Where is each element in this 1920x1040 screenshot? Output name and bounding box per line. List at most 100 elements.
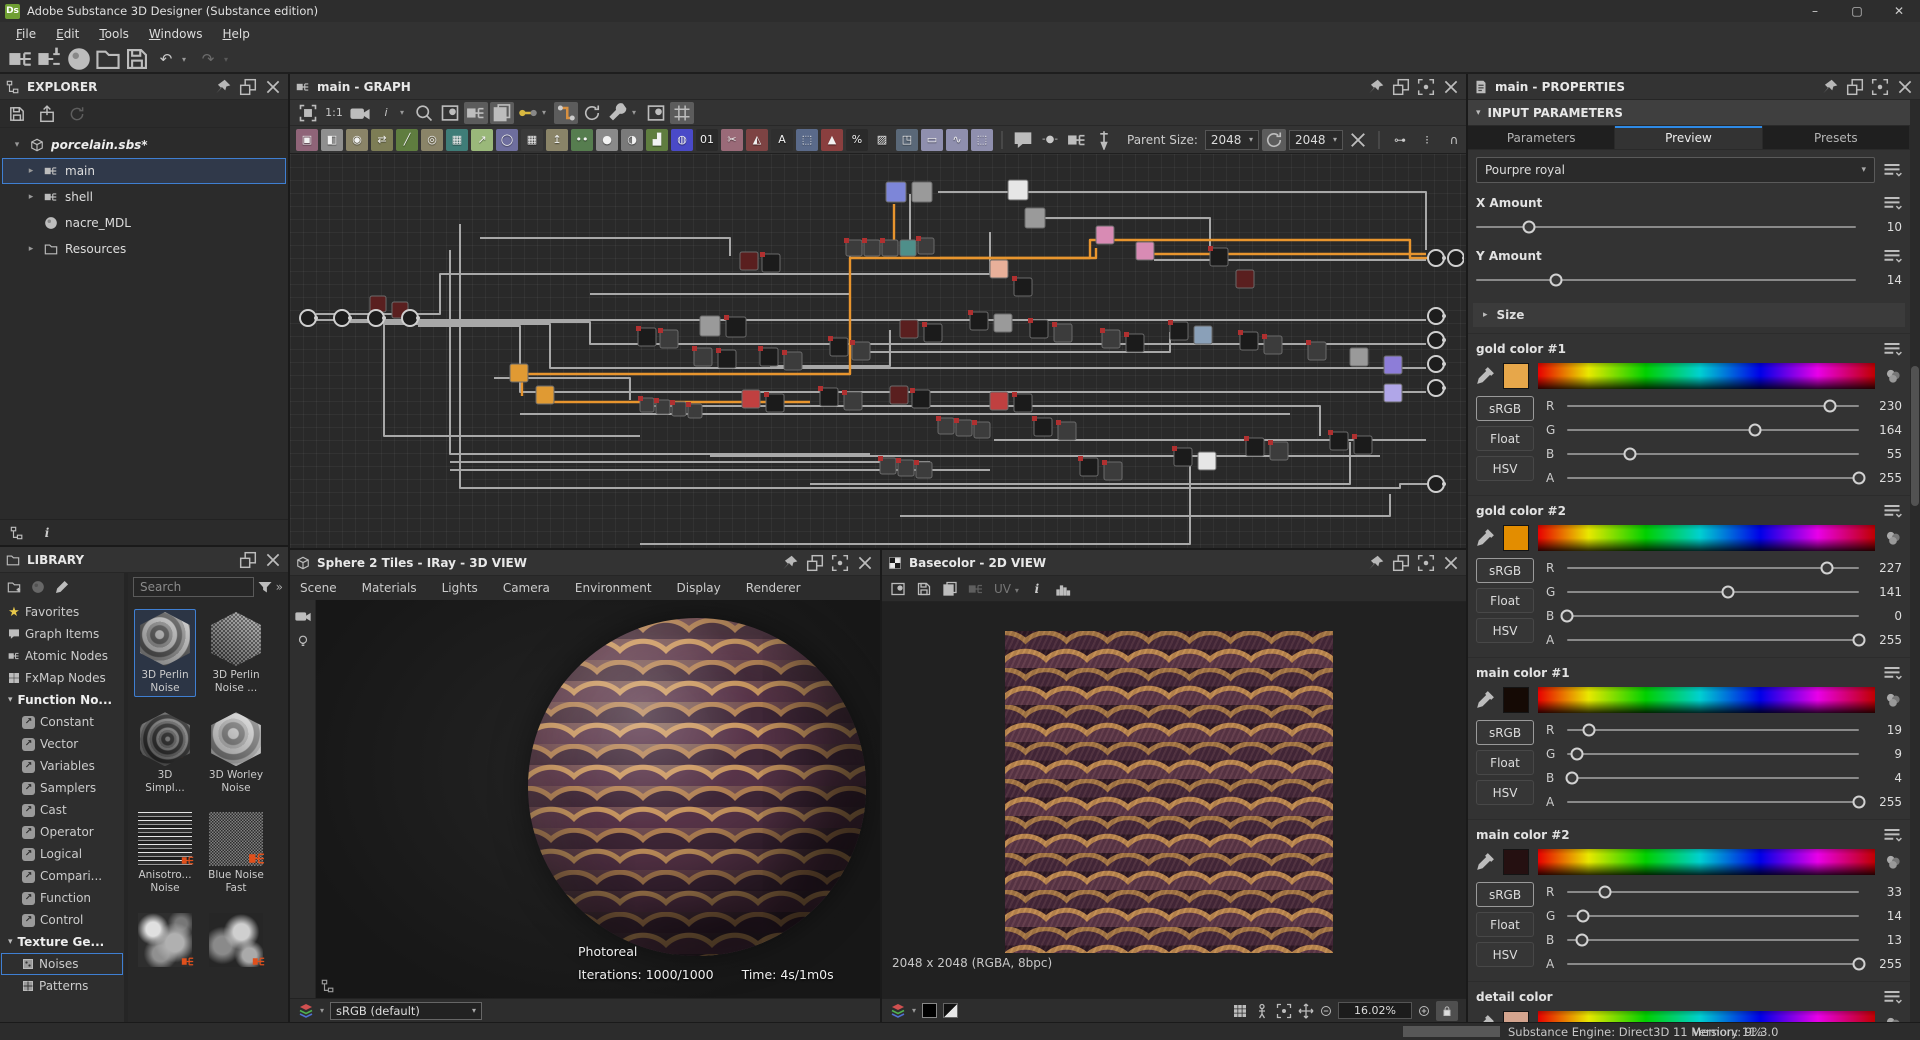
- node-type-button-27[interactable]: ⬚: [971, 129, 993, 151]
- node-type-button-0[interactable]: ▣: [296, 129, 318, 151]
- eyedropper-icon[interactable]: [1476, 367, 1494, 385]
- colorspace-layers-icon[interactable]: [890, 1003, 906, 1019]
- graph-wire[interactable]: [938, 192, 1426, 250]
- menu-file[interactable]: File: [6, 24, 46, 44]
- ruler-figure-icon[interactable]: [1254, 1003, 1270, 1019]
- node-type-button-8[interactable]: ◯: [496, 129, 518, 151]
- pin-node-icon[interactable]: [1092, 129, 1116, 151]
- filter-icon[interactable]: [258, 580, 272, 594]
- channel-slider[interactable]: [1567, 801, 1859, 803]
- node-type-button-13[interactable]: ◑: [621, 129, 643, 151]
- library-category-vector[interactable]: ↗Vector: [1, 733, 123, 755]
- node-type-button-23[interactable]: ▨: [871, 129, 893, 151]
- properties-scrollbar[interactable]: [1910, 100, 1920, 1022]
- save-icon[interactable]: [8, 105, 26, 123]
- library-item-anisotro-noise[interactable]: Anisotro... Noise: [134, 809, 196, 897]
- chevron-icon[interactable]: ▸: [25, 166, 37, 176]
- node-type-button-14[interactable]: ▟: [646, 129, 668, 151]
- slider-thumb[interactable]: [1824, 399, 1837, 412]
- camera-icon[interactable]: [295, 608, 311, 624]
- palette-icon[interactable]: [1884, 691, 1902, 709]
- library-category-logical[interactable]: ↗Logical: [1, 843, 123, 865]
- node-type-button-12[interactable]: ●: [596, 129, 618, 151]
- pin-icon[interactable]: [1367, 554, 1385, 572]
- reload-icon[interactable]: [68, 105, 86, 123]
- view3d-viewport[interactable]: Photoreal Iterations: 1000/1000Time: 4s/…: [316, 600, 880, 998]
- node-type-button-11[interactable]: ••: [571, 129, 593, 151]
- link-yellow-icon[interactable]: [516, 102, 540, 124]
- parameter-menu-icon[interactable]: [1882, 194, 1902, 212]
- chevron-icon[interactable]: ▸: [25, 192, 37, 202]
- parameter-slider[interactable]: [1476, 226, 1856, 228]
- colorspace-select[interactable]: sRGB (default)▾: [330, 1002, 482, 1020]
- graph-node-gray[interactable]: [1025, 208, 1045, 228]
- mode-button-hsv[interactable]: HSV: [1476, 942, 1534, 967]
- menu-windows[interactable]: Windows: [139, 24, 213, 44]
- redo-icon[interactable]: ↷: [195, 47, 221, 71]
- palette-icon[interactable]: [1884, 529, 1902, 547]
- minimize-button[interactable]: –: [1794, 0, 1836, 22]
- chevron-icon[interactable]: ▸: [25, 244, 37, 254]
- node-icon[interactable]: [1065, 129, 1089, 151]
- tab-presets[interactable]: Presets: [1763, 126, 1910, 149]
- slider-thumb[interactable]: [1577, 909, 1590, 922]
- fit-image-icon[interactable]: [890, 581, 906, 597]
- tree-item-nacre-mdl[interactable]: nacre_MDL: [2, 210, 286, 236]
- add-filter-icon[interactable]: [31, 580, 45, 594]
- slider-thumb[interactable]: [1549, 274, 1562, 287]
- node-type-button-9[interactable]: ▦: [521, 129, 543, 151]
- graph-node-blue[interactable]: [886, 182, 906, 202]
- tab-parameters[interactable]: Parameters: [1468, 126, 1615, 149]
- node-type-button-5[interactable]: ◎: [421, 129, 443, 151]
- hue-gradient-bar[interactable]: [1538, 363, 1875, 389]
- hue-gradient-bar[interactable]: [1538, 687, 1875, 713]
- channel-slider[interactable]: [1567, 567, 1859, 569]
- mode-button-hsv[interactable]: HSV: [1476, 618, 1534, 643]
- view3d-menu-environment[interactable]: Environment: [575, 581, 652, 595]
- tree-view-icon[interactable]: [10, 526, 24, 540]
- frame-icon[interactable]: [1417, 78, 1435, 96]
- slider-thumb[interactable]: [1623, 447, 1636, 460]
- slider-thumb[interactable]: [1565, 771, 1578, 784]
- library-category-fxmap-nodes[interactable]: FxMap Nodes: [1, 667, 123, 689]
- library-category-constant[interactable]: ↗Constant: [1, 711, 123, 733]
- link-size-icon[interactable]: [1262, 129, 1286, 151]
- float-icon[interactable]: [1392, 554, 1410, 572]
- parameter-menu-icon[interactable]: [1882, 247, 1902, 265]
- save-image-icon[interactable]: [916, 581, 932, 597]
- more-chevrons-icon[interactable]: »: [276, 580, 283, 594]
- node-type-button-2[interactable]: ◉: [346, 129, 368, 151]
- undo-icon[interactable]: ↶: [153, 47, 179, 71]
- frame-icon[interactable]: [831, 554, 849, 572]
- library-category-compari-[interactable]: ↗Compari...: [1, 865, 123, 887]
- thumb-display-icon[interactable]: [644, 102, 668, 124]
- layers-order-icon[interactable]: [490, 102, 514, 124]
- hue-gradient-bar[interactable]: [1538, 525, 1875, 551]
- node-type-button-1[interactable]: ◧: [321, 129, 343, 151]
- graph-canvas[interactable]: [290, 154, 1466, 548]
- graph-node-gray[interactable]: [1350, 348, 1368, 366]
- slider-thumb[interactable]: [1820, 561, 1833, 574]
- graph-node-orange[interactable]: [536, 386, 554, 404]
- channel-slider[interactable]: [1567, 753, 1859, 755]
- compute-node-icon[interactable]: [464, 102, 488, 124]
- snap-column-icon[interactable]: ⁝: [1415, 129, 1439, 151]
- parameter-slider[interactable]: [1476, 279, 1856, 281]
- library-item-3d-perlin-noise-[interactable]: 3D Perlin Noise ...: [205, 609, 267, 697]
- mode-button-float[interactable]: Float: [1476, 912, 1534, 937]
- graph-node-darkred[interactable]: [1236, 270, 1254, 288]
- open-icon[interactable]: [95, 47, 121, 71]
- channel-slider[interactable]: [1567, 963, 1859, 965]
- close-button[interactable]: ✕: [1878, 0, 1920, 22]
- graph-node-pink[interactable]: [1136, 242, 1154, 260]
- link-nodes-icon[interactable]: ⊶: [1388, 129, 1412, 151]
- info-icon[interactable]: i: [374, 102, 398, 124]
- channel-slider[interactable]: [1567, 729, 1859, 731]
- slider-thumb[interactable]: [1582, 723, 1595, 736]
- node-type-button-22[interactable]: %: [846, 129, 868, 151]
- node-type-button-4[interactable]: ╱: [396, 129, 418, 151]
- scrollbar-thumb[interactable]: [1911, 366, 1919, 506]
- tree-item-main[interactable]: ▸main: [2, 158, 286, 184]
- channel-slider[interactable]: [1567, 453, 1859, 455]
- graph-wire[interactable]: [480, 238, 730, 256]
